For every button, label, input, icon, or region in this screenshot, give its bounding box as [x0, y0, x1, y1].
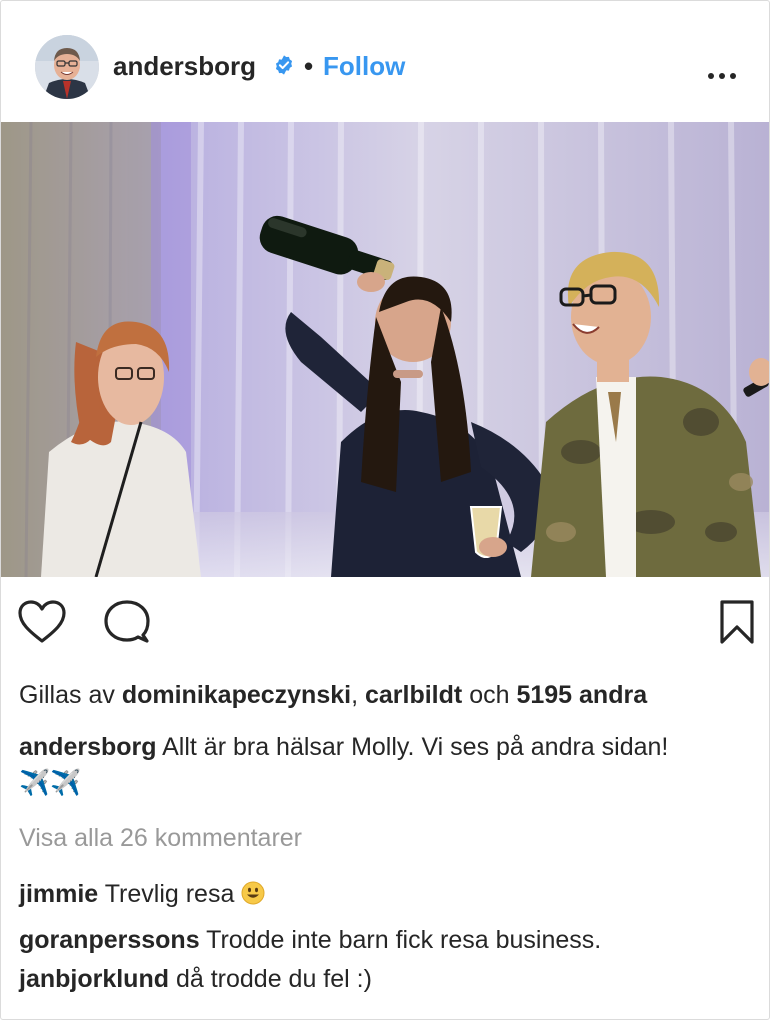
post-photo[interactable] [1, 122, 769, 577]
avatar-image [35, 35, 99, 99]
comment-text: Trevlig resa [104, 880, 235, 908]
comment-username[interactable]: janbjorklund [19, 965, 169, 993]
verified-badge-icon [275, 55, 293, 75]
comment-text: Trodde inte barn fick resa business. [206, 926, 602, 954]
follow-separator: • [304, 51, 314, 81]
post-header: andersborg • Follow [1, 1, 769, 121]
post-photo-image [1, 122, 769, 577]
comment-bubble-icon[interactable] [103, 599, 151, 645]
smiley-emoji-icon [241, 881, 265, 905]
likes-connector: och [469, 681, 510, 709]
comment-item: goranperssons Trodde inte barn fick resa… [19, 923, 759, 957]
liker-username-2[interactable]: carlbildt [365, 681, 462, 709]
comment-item: janbjorklund då trodde du fel :) [19, 962, 759, 996]
liker-username-1[interactable]: dominikapeczynski [122, 681, 351, 709]
view-all-comments-link[interactable]: Visa alla 26 kommentarer [19, 821, 302, 855]
comment-item: jimmie Trevlig resa [19, 877, 759, 911]
post-author-username[interactable]: andersborg [113, 49, 256, 83]
comment-username[interactable]: goranperssons [19, 926, 200, 954]
likes-summary: Gillas av dominikapeczynski, carlbildt o… [19, 678, 759, 712]
caption-airplane-emoji: ✈️✈️ [19, 768, 82, 797]
avatar[interactable] [35, 35, 99, 99]
post-actions [1, 591, 769, 651]
comment-text: då trodde du fel :) [175, 965, 372, 993]
follow-button[interactable]: Follow [323, 49, 405, 83]
comment-username[interactable]: jimmie [19, 880, 98, 908]
like-heart-icon[interactable] [17, 599, 67, 645]
likes-others-count[interactable]: 5195 andra [516, 681, 647, 709]
post-caption: andersborg Allt är bra hälsar Molly. Vi … [19, 729, 764, 801]
more-options-icon[interactable] [707, 69, 737, 83]
likes-prefix: Gillas av [19, 681, 115, 709]
caption-username[interactable]: andersborg [19, 733, 157, 761]
instagram-post: andersborg • Follow Gillas av dominikape… [0, 0, 770, 1020]
likes-comma: , [351, 681, 359, 709]
caption-text: Allt är bra hälsar Molly. Vi ses på andr… [162, 733, 669, 761]
save-bookmark-icon[interactable] [719, 599, 755, 645]
